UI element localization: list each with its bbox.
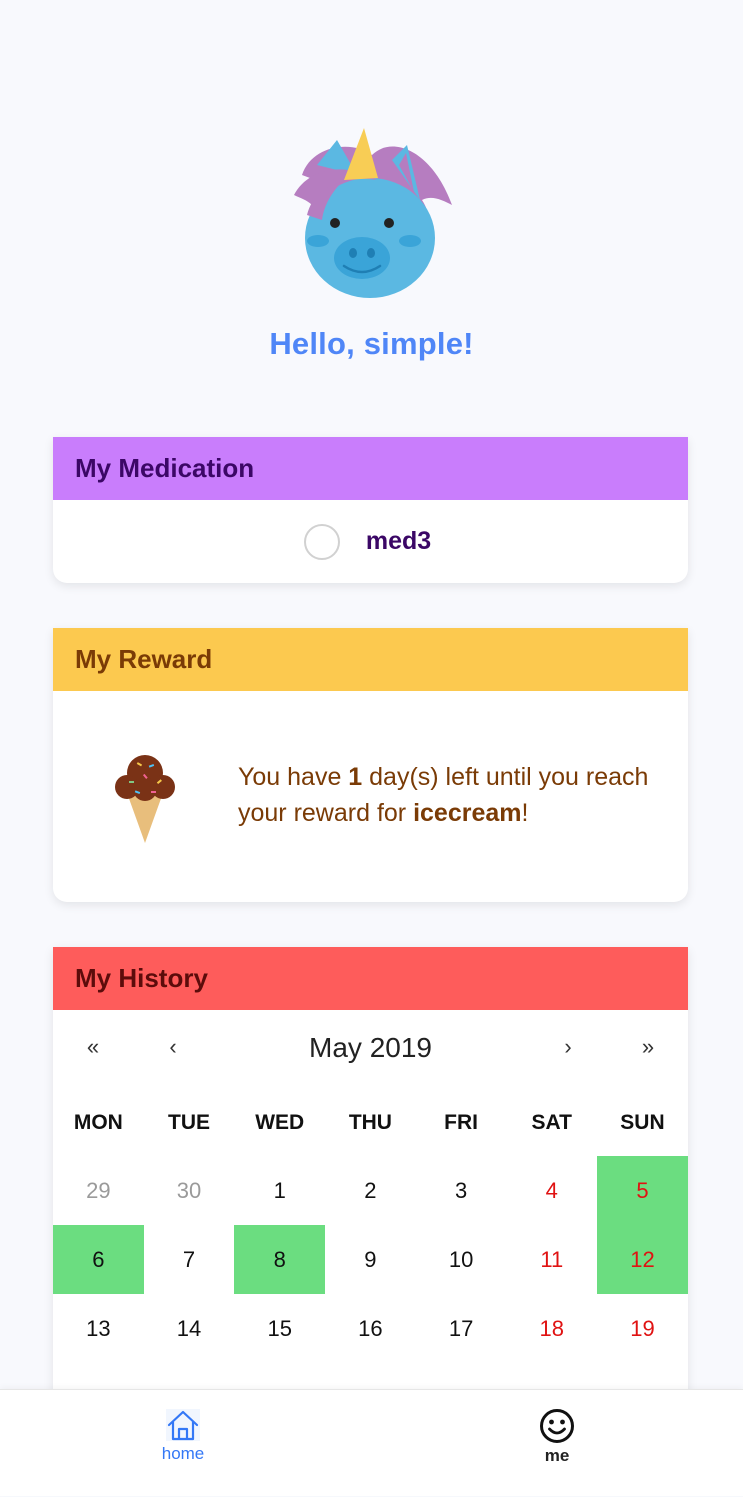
reward-days-left: 1 [348, 763, 363, 791]
smiley-icon [540, 1409, 574, 1443]
weekday-label: TUE [168, 1111, 211, 1134]
home-icon [166, 1409, 200, 1441]
calendar-day[interactable]: 2 [325, 1156, 416, 1225]
calendar-day[interactable]: 16 [325, 1294, 416, 1363]
reward-card-title: My Reward [53, 628, 688, 691]
nav-home-tab[interactable]: home [123, 1408, 243, 1464]
calendar-day[interactable]: 29 [53, 1156, 144, 1225]
reward-body: You have 1 day(s) left until you reach y… [53, 691, 688, 902]
calendar-day[interactable]: 30 [144, 1156, 235, 1225]
calendar-day[interactable]: 11 [506, 1225, 597, 1294]
calendar-day[interactable]: 1 [234, 1156, 325, 1225]
calendar-day[interactable]: 14 [144, 1294, 235, 1363]
reward-card: My Reward You have 1 day(s) left until y… [53, 628, 688, 902]
calendar-day[interactable]: 4 [506, 1156, 597, 1225]
prev-month-button[interactable]: ‹ [153, 1034, 193, 1060]
calendar-day[interactable]: 15 [234, 1294, 325, 1363]
prev-year-button[interactable]: « [73, 1034, 113, 1060]
calendar-month-label: May 2019 [309, 1032, 432, 1063]
avatar [0, 120, 743, 305]
weekday-label: WED [255, 1111, 305, 1134]
calendar-day[interactable]: 7 [144, 1225, 235, 1294]
reward-text-prefix: You have [238, 763, 349, 791]
bottom-navigation: home me [0, 1389, 743, 1496]
medication-card: My Medication med3 [53, 437, 688, 583]
calendar-day[interactable]: 5 [597, 1156, 688, 1225]
next-month-button[interactable]: › [548, 1034, 588, 1060]
next-year-button[interactable]: » [628, 1034, 668, 1060]
nav-home-label: home [161, 1444, 205, 1463]
icecream-icon [115, 755, 175, 843]
calendar-day[interactable]: 18 [506, 1294, 597, 1363]
medication-item[interactable]: med3 [53, 500, 688, 583]
reward-message: You have 1 day(s) left until you reach y… [238, 759, 658, 831]
reward-text-suffix: ! [521, 799, 529, 827]
calendar-navigation: May 2019 « ‹ › » [53, 1010, 688, 1090]
calendar-day[interactable]: 6 [53, 1225, 144, 1294]
reward-name: icecream [413, 799, 522, 827]
unicorn-icon [293, 128, 452, 298]
weekday-label: SAT [531, 1111, 572, 1134]
home-screen: Hello, simple! My Medication med3 My Rew… [0, 0, 743, 1497]
weekday-label: SUN [620, 1111, 665, 1134]
calendar-day[interactable]: 12 [597, 1225, 688, 1294]
calendar-day[interactable]: 8 [234, 1225, 326, 1294]
calendar-day[interactable]: 13 [53, 1294, 144, 1363]
calendar-day[interactable]: 17 [416, 1294, 507, 1363]
medication-card-title: My Medication [53, 437, 688, 500]
calendar-day[interactable]: 19 [597, 1294, 688, 1363]
calendar-day[interactable]: 10 [416, 1225, 507, 1294]
nav-me-tab[interactable]: me [497, 1408, 617, 1466]
weekday-label: FRI [444, 1111, 478, 1134]
calendar-weekday-row: MON TUE WED THU FRI SAT SUN [53, 1090, 688, 1156]
nav-me-label: me [544, 1446, 570, 1465]
calendar-day[interactable]: 3 [416, 1156, 507, 1225]
calendar-grid: 29 30 1 2 3 4 5 6 7 8 9 10 11 12 13 14 15 16 17 18 19 [53, 1156, 688, 1363]
weekday-label: THU [348, 1111, 392, 1134]
medication-name: med3 [365, 527, 432, 555]
greeting-text: Hello, simple! [269, 326, 474, 361]
medication-checkbox[interactable] [303, 523, 340, 560]
calendar-day[interactable]: 9 [325, 1225, 416, 1294]
weekday-label: MON [73, 1111, 123, 1134]
history-card-title: My History [53, 947, 688, 1010]
